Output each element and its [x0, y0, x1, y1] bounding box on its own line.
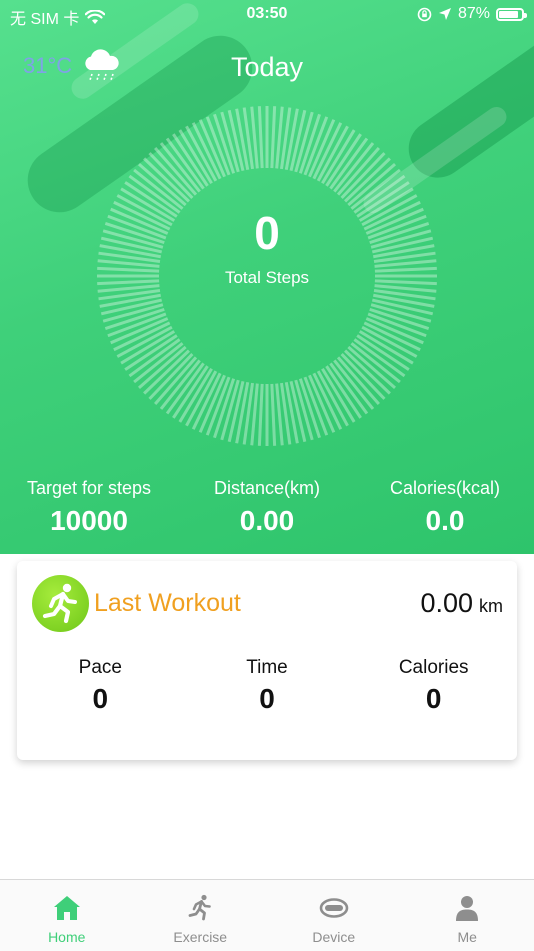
workout-metrics: Pace 0 Time 0 Calories 0	[17, 657, 517, 715]
daily-stats: Target for steps 10000 Distance(km) 0.00…	[0, 478, 534, 537]
tab-label: Device	[312, 929, 355, 945]
tab-bar: Home Exercise Device Me	[0, 879, 534, 951]
total-steps-label: Total Steps	[92, 268, 442, 288]
ring-tick	[259, 106, 262, 168]
stat-distance: Distance(km) 0.00	[178, 478, 356, 537]
battery-icon	[496, 8, 524, 21]
last-workout-distance: 0.00 km	[420, 588, 503, 619]
today-hero: 无 SIM 卡 03:50 87% 31°C	[0, 0, 534, 554]
tab-label: Home	[48, 929, 85, 945]
stat-value: 0.00	[178, 505, 356, 537]
metric-label: Calories	[350, 657, 517, 679]
running-icon	[184, 892, 216, 924]
battery-fill	[499, 11, 518, 18]
metric-label: Time	[184, 657, 351, 679]
tab-home[interactable]: Home	[0, 880, 134, 951]
distance-value: 0.00	[420, 588, 473, 618]
person-icon	[451, 892, 483, 924]
metric-value: 0	[17, 683, 184, 715]
steps-ring: 0 Total Steps	[92, 96, 442, 456]
stat-label: Calories(kcal)	[356, 478, 534, 499]
stat-value: 10000	[0, 505, 178, 537]
tab-device[interactable]: Device	[267, 880, 401, 951]
stat-value: 0.0	[356, 505, 534, 537]
tab-label: Me	[458, 929, 477, 945]
workout-badge	[32, 575, 89, 632]
metric-time: Time 0	[184, 657, 351, 715]
last-workout-title: Last Workout	[94, 589, 241, 618]
stat-target-steps: Target for steps 10000	[0, 478, 178, 537]
battery-percent: 87%	[458, 5, 490, 23]
ring-tick	[259, 384, 262, 446]
total-steps-value: 0	[92, 206, 442, 260]
status-bar: 无 SIM 卡 03:50 87%	[0, 0, 534, 30]
location-arrow-icon	[438, 7, 452, 21]
ring-tick	[272, 384, 275, 446]
last-workout-card[interactable]: Last Workout 0.00 km Pace 0 Time 0 Calori…	[17, 561, 517, 760]
ring-tick	[272, 106, 275, 168]
running-icon	[32, 575, 89, 632]
tab-label: Exercise	[173, 929, 227, 945]
tab-exercise[interactable]: Exercise	[134, 880, 268, 951]
stat-label: Distance(km)	[178, 478, 356, 499]
metric-value: 0	[350, 683, 517, 715]
page-title: Today	[0, 52, 534, 83]
distance-unit: km	[479, 596, 503, 616]
metric-calories: Calories 0	[350, 657, 517, 715]
tab-me[interactable]: Me	[401, 880, 534, 951]
orientation-lock-icon	[417, 7, 432, 22]
metric-pace: Pace 0	[17, 657, 184, 715]
band-icon	[318, 892, 350, 924]
home-icon	[51, 892, 83, 924]
metric-value: 0	[184, 683, 351, 715]
stat-calories: Calories(kcal) 0.0	[356, 478, 534, 537]
stat-label: Target for steps	[0, 478, 178, 499]
metric-label: Pace	[17, 657, 184, 679]
